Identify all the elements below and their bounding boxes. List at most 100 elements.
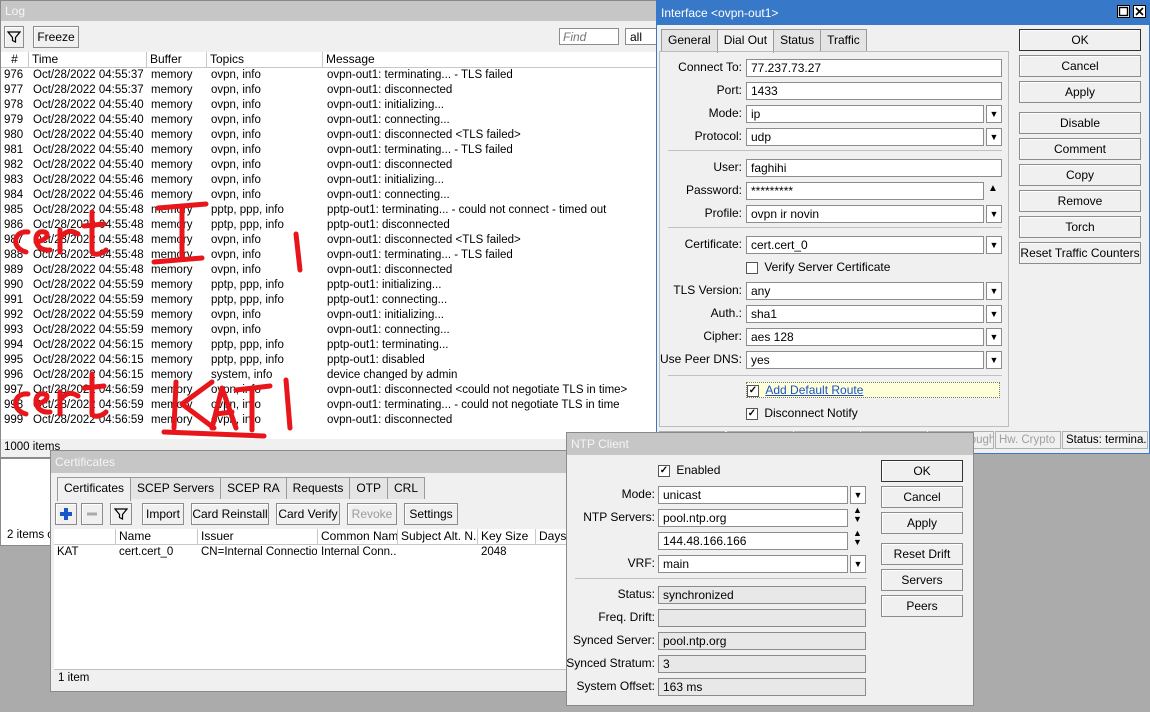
checkbox-checked-icon[interactable]: ✓ bbox=[658, 464, 670, 477]
card-reinstall-button[interactable]: Card Reinstall bbox=[191, 503, 269, 525]
cert-row[interactable]: KAT cert.cert_0 CN=Internal Connection Inte… bbox=[54, 545, 569, 560]
log-row[interactable]: 989 Oct/28/2022 04:55:48 memory ovpn, info o… bbox=[1, 263, 657, 278]
checkbox-icon[interactable] bbox=[746, 261, 758, 274]
checkbox-checked-icon[interactable]: ✓ bbox=[746, 407, 758, 420]
log-row[interactable]: 998 Oct/28/2022 04:56:59 memory ovpn, info o… bbox=[1, 398, 657, 413]
tab-dial-out[interactable]: Dial Out bbox=[716, 29, 775, 53]
use-peer-dns-select[interactable]: yes bbox=[746, 351, 984, 369]
log-filter-select[interactable]: all bbox=[625, 28, 657, 45]
mode-select[interactable]: ip bbox=[746, 105, 984, 123]
log-row[interactable]: 993 Oct/28/2022 04:55:59 memory ovpn, info o… bbox=[1, 323, 657, 338]
log-row[interactable]: 990 Oct/28/2022 04:55:59 memory pptp, ppp, … bbox=[1, 278, 657, 293]
ntp-enabled-checkbox[interactable]: ✓ Enabled bbox=[658, 463, 720, 477]
tab-status[interactable]: Status bbox=[773, 29, 822, 51]
log-row[interactable]: 987 Oct/28/2022 04:55:48 memory ovpn, info o… bbox=[1, 233, 657, 248]
tab-traffic[interactable]: Traffic bbox=[820, 29, 867, 51]
log-row[interactable]: 981 Oct/28/2022 04:55:40 memory ovpn, info o… bbox=[1, 143, 657, 158]
apply-button[interactable]: Apply bbox=[1019, 81, 1141, 103]
tab-scep-ra[interactable]: SCEP RA bbox=[220, 477, 287, 499]
profile-select[interactable]: ovpn ir novin bbox=[746, 205, 984, 223]
tls-version-select[interactable]: any bbox=[746, 282, 984, 300]
disable-button[interactable]: Disable bbox=[1019, 112, 1141, 134]
ntp-reset-drift-button[interactable]: Reset Drift bbox=[881, 543, 963, 565]
cert-column-header[interactable]: Common Name bbox=[318, 529, 398, 545]
log-column-header[interactable]: Buffer bbox=[147, 52, 207, 68]
filter-button[interactable] bbox=[4, 26, 24, 48]
tab-certificates[interactable]: Certificates bbox=[57, 477, 132, 501]
tls-dropdown-icon[interactable]: ▼ bbox=[986, 282, 1002, 300]
log-row[interactable]: 983 Oct/28/2022 04:55:46 memory ovpn, info o… bbox=[1, 173, 657, 188]
cert-filter-button[interactable] bbox=[110, 503, 132, 525]
ntp-server-2-input[interactable]: 144.48.166.166 bbox=[658, 532, 848, 550]
reset-traffic-counters-button[interactable]: Reset Traffic Counters bbox=[1019, 242, 1141, 264]
certificate-select[interactable]: cert.cert_0 bbox=[746, 236, 984, 254]
log-row[interactable]: 977 Oct/28/2022 04:55:37 memory ovpn, info o… bbox=[1, 83, 657, 98]
log-column-header[interactable]: # bbox=[1, 52, 29, 68]
log-row[interactable]: 994 Oct/28/2022 04:56:15 memory pptp, ppp, … bbox=[1, 338, 657, 353]
disconnect-notify-checkbox[interactable]: ✓ Disconnect Notify bbox=[746, 406, 858, 420]
log-row[interactable]: 979 Oct/28/2022 04:55:40 memory ovpn, info o… bbox=[1, 113, 657, 128]
ntp-server-1-input[interactable]: pool.ntp.org bbox=[658, 509, 848, 527]
ntp-cancel-button[interactable]: Cancel bbox=[881, 486, 963, 508]
connect-to-input[interactable]: 77.237.73.27 bbox=[746, 59, 1002, 77]
close-button[interactable] bbox=[1133, 5, 1146, 18]
revoke-button[interactable]: Revoke bbox=[347, 503, 397, 525]
certificate-dropdown-icon[interactable]: ▼ bbox=[986, 236, 1002, 254]
verify-server-certificate-checkbox[interactable]: Verify Server Certificate bbox=[746, 260, 890, 274]
add-default-route-checkbox[interactable]: ✓ Add Default Route bbox=[746, 382, 1000, 398]
ntp-ok-button[interactable]: OK bbox=[881, 460, 963, 482]
port-input[interactable]: 1433 bbox=[746, 82, 1002, 100]
remove-button[interactable]: Remove bbox=[1019, 190, 1141, 212]
cert-column-header[interactable]: Issuer bbox=[198, 529, 318, 545]
log-row[interactable]: 995 Oct/28/2022 04:56:15 memory pptp, ppp, … bbox=[1, 353, 657, 368]
ntp-vrf-dropdown-icon[interactable]: ▼ bbox=[850, 555, 866, 573]
cipher-select[interactable]: aes 128 bbox=[746, 328, 984, 346]
tab-general[interactable]: General bbox=[661, 29, 718, 51]
import-button[interactable]: Import bbox=[142, 503, 184, 525]
ntp-apply-button[interactable]: Apply bbox=[881, 512, 963, 534]
mode-dropdown-icon[interactable]: ▼ bbox=[986, 105, 1002, 123]
log-row[interactable]: 978 Oct/28/2022 04:55:40 memory ovpn, info o… bbox=[1, 98, 657, 113]
log-row[interactable]: 982 Oct/28/2022 04:55:40 memory ovpn, info o… bbox=[1, 158, 657, 173]
freeze-button[interactable]: Freeze bbox=[33, 26, 79, 48]
password-toggle-icon[interactable]: ▲ bbox=[988, 183, 998, 194]
log-column-header[interactable]: Message bbox=[323, 52, 657, 68]
remove-button[interactable] bbox=[81, 503, 103, 525]
profile-dropdown-icon[interactable]: ▼ bbox=[986, 205, 1002, 223]
copy-button[interactable]: Copy bbox=[1019, 164, 1141, 186]
log-row[interactable]: 986 Oct/28/2022 04:55:48 memory pptp, ppp, … bbox=[1, 218, 657, 233]
log-column-header[interactable]: Topics bbox=[207, 52, 323, 68]
log-row[interactable]: 996 Oct/28/2022 04:56:15 memory system, inf… bbox=[1, 368, 657, 383]
ntp-mode-dropdown-icon[interactable]: ▼ bbox=[850, 486, 866, 504]
tab-requests[interactable]: Requests bbox=[285, 477, 351, 499]
log-row[interactable]: 984 Oct/28/2022 04:55:46 memory ovpn, info o… bbox=[1, 188, 657, 203]
cert-column-header[interactable]: Subject Alt. N... bbox=[398, 529, 478, 545]
log-row[interactable]: 980 Oct/28/2022 04:55:40 memory ovpn, info o… bbox=[1, 128, 657, 143]
auth-select[interactable]: sha1 bbox=[746, 305, 984, 323]
log-row[interactable]: 985 Oct/28/2022 04:55:48 memory pptp, ppp, … bbox=[1, 203, 657, 218]
card-verify-button[interactable]: Card Verify bbox=[276, 503, 340, 525]
password-input[interactable]: ********* bbox=[746, 182, 984, 200]
ntp-server-1-spin-icon[interactable]: ▲ ▼ bbox=[853, 506, 862, 524]
settings-button[interactable]: Settings bbox=[404, 503, 458, 525]
log-row[interactable]: 992 Oct/28/2022 04:55:59 memory ovpn, info o… bbox=[1, 308, 657, 323]
cert-column-header[interactable]: Days bbox=[536, 529, 569, 545]
peer-dns-dropdown-icon[interactable]: ▼ bbox=[986, 351, 1002, 369]
ntp-mode-select[interactable]: unicast bbox=[658, 486, 848, 504]
log-row[interactable]: 997 Oct/28/2022 04:56:59 memory ovpn, info o… bbox=[1, 383, 657, 398]
ntp-peers-button[interactable]: Peers bbox=[881, 595, 963, 617]
ok-button[interactable]: OK bbox=[1019, 29, 1141, 51]
maximize-button[interactable] bbox=[1117, 5, 1130, 18]
cert-column-header[interactable]: Key Size bbox=[478, 529, 536, 545]
ntp-server-2-spin-icon[interactable]: ▲ ▼ bbox=[853, 529, 862, 547]
cert-column-header[interactable]: Name bbox=[116, 529, 198, 545]
protocol-select[interactable]: udp bbox=[746, 128, 984, 146]
tab-scep-servers[interactable]: SCEP Servers bbox=[130, 477, 222, 499]
user-input[interactable]: faghihi bbox=[746, 159, 1002, 177]
tab-otp[interactable]: OTP bbox=[349, 477, 389, 499]
torch-button[interactable]: Torch bbox=[1019, 216, 1141, 238]
ntp-vrf-select[interactable]: main bbox=[658, 555, 848, 573]
checkbox-checked-icon[interactable]: ✓ bbox=[747, 384, 759, 397]
log-column-header[interactable]: Time bbox=[29, 52, 147, 68]
add-button[interactable] bbox=[55, 503, 77, 525]
